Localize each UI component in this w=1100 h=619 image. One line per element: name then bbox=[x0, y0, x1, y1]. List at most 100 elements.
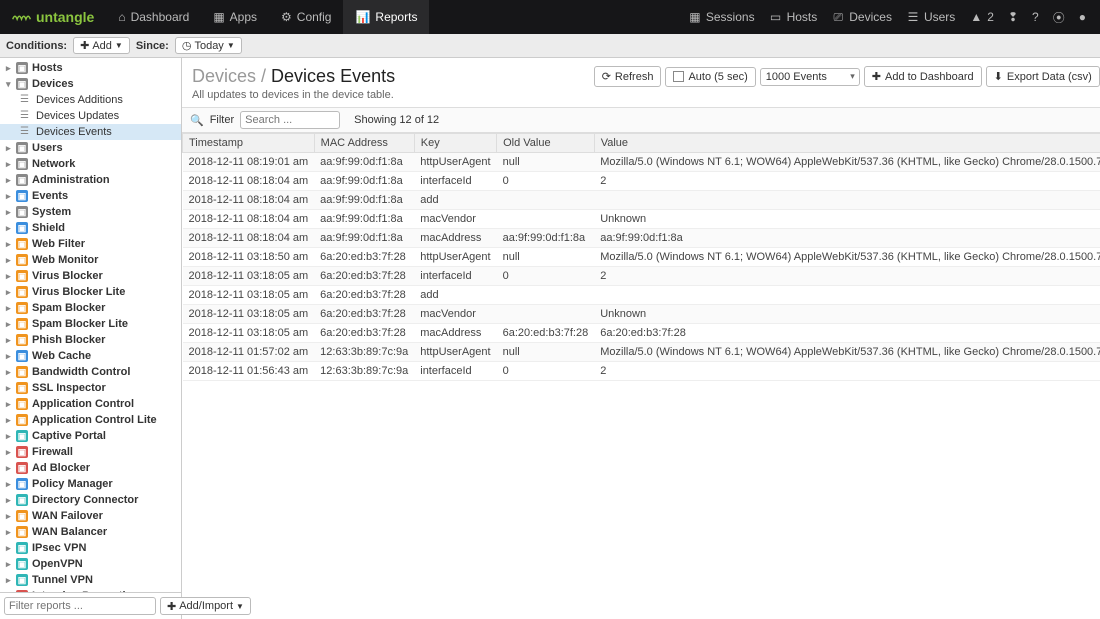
crumb-current: Devices Events bbox=[271, 66, 395, 86]
nav-reports[interactable]: 📊Reports bbox=[343, 0, 429, 34]
nav-dashboard[interactable]: ⌂Dashboard bbox=[106, 0, 201, 34]
export-button[interactable]: ⬇Export Data (csv) bbox=[986, 66, 1100, 87]
refresh-button[interactable]: ⟳Refresh bbox=[594, 66, 662, 87]
tree-item[interactable]: ▸▣Firewall bbox=[0, 444, 181, 460]
tree-item[interactable]: ▸▣Captive Portal bbox=[0, 428, 181, 444]
help-icon[interactable]: ? bbox=[1032, 10, 1039, 24]
expand-icon: ▸ bbox=[6, 189, 14, 203]
cell bbox=[497, 286, 595, 305]
tree-item[interactable]: ▸▣Policy Manager bbox=[0, 476, 181, 492]
tree-item[interactable]: ▸▣Network bbox=[0, 156, 181, 172]
tree-item[interactable]: ▸▣Application Control bbox=[0, 396, 181, 412]
column-header[interactable]: Timestamp bbox=[183, 134, 315, 153]
tree-item[interactable]: ▸▣Events bbox=[0, 188, 181, 204]
table-row[interactable]: 2018-12-11 03:18:05 am6a:20:ed:b3:7f:28m… bbox=[183, 305, 1100, 324]
tree-item[interactable]: ▸▣Phish Blocker bbox=[0, 332, 181, 348]
tree-label: Application Control Lite bbox=[32, 413, 157, 427]
report-tree: ▸▣Hosts▾▣Devices☰Devices Additions☰Devic… bbox=[0, 58, 181, 592]
cell: 2018-12-11 01:57:02 am bbox=[183, 343, 315, 362]
tree-item[interactable]: ▸▣Hosts bbox=[0, 60, 181, 76]
cell: 2018-12-11 03:18:05 am bbox=[183, 267, 315, 286]
table-row[interactable]: 2018-12-11 08:18:04 amaa:9f:99:0d:f1:8aa… bbox=[183, 191, 1100, 210]
tree-item[interactable]: ☰Devices Updates bbox=[0, 108, 181, 124]
add-to-dashboard-button[interactable]: ✚Add to Dashboard bbox=[864, 66, 982, 87]
tree-label: Hosts bbox=[32, 61, 63, 75]
events-grid[interactable]: TimestampMAC AddressKeyOld ValueValue 20… bbox=[182, 133, 1100, 619]
tree-item[interactable]: ▸▣Virus Blocker bbox=[0, 268, 181, 284]
tree-item[interactable]: ☰Devices Additions bbox=[0, 92, 181, 108]
table-row[interactable]: 2018-12-11 08:19:01 amaa:9f:99:0d:f1:8ah… bbox=[183, 153, 1100, 172]
devices-link[interactable]: ⎚Devices bbox=[831, 10, 892, 24]
tree-item[interactable]: ▸▣Application Control Lite bbox=[0, 412, 181, 428]
auto-refresh-toggle[interactable]: Auto (5 sec) bbox=[665, 67, 755, 87]
bulb-icon[interactable]: ❢ bbox=[1008, 10, 1018, 24]
column-header[interactable]: Value bbox=[594, 134, 1100, 153]
category-icon: ▣ bbox=[16, 510, 28, 522]
user-icon[interactable]: ● bbox=[1079, 10, 1086, 24]
tree-label: Directory Connector bbox=[32, 493, 138, 507]
column-header[interactable]: Old Value bbox=[497, 134, 595, 153]
tree-item[interactable]: ▸▣WAN Balancer bbox=[0, 524, 181, 540]
export-label: Export Data (csv) bbox=[1007, 71, 1092, 83]
tree-item[interactable]: ▸▣Administration bbox=[0, 172, 181, 188]
tree-item[interactable]: ▸▣Spam Blocker bbox=[0, 300, 181, 316]
tree-item[interactable]: ▸▣Spam Blocker Lite bbox=[0, 316, 181, 332]
tree-item[interactable]: ▸▣Web Monitor bbox=[0, 252, 181, 268]
add-condition-button[interactable]: ✚Add▼ bbox=[73, 37, 130, 54]
tree-label: Spam Blocker Lite bbox=[32, 317, 128, 331]
hosts-icon: ▭ bbox=[769, 10, 783, 24]
tree-item[interactable]: ▸▣Web Cache bbox=[0, 348, 181, 364]
cell: aa:9f:99:0d:f1:8a bbox=[314, 153, 414, 172]
cell: interfaceId bbox=[414, 172, 496, 191]
cell: Mozilla/5.0 (Windows NT 6.1; WOW64) Appl… bbox=[594, 248, 1100, 267]
tree-item[interactable]: ☰Devices Events bbox=[0, 124, 181, 140]
hosts-link[interactable]: ▭Hosts bbox=[769, 10, 818, 24]
table-row[interactable]: 2018-12-11 03:18:05 am6a:20:ed:b3:7f:28m… bbox=[183, 324, 1100, 343]
globe-icon[interactable]: ⦿ bbox=[1053, 9, 1065, 26]
list-icon: ☰ bbox=[20, 93, 32, 107]
column-header[interactable]: Key bbox=[414, 134, 496, 153]
tree-item[interactable]: ▸▣Directory Connector bbox=[0, 492, 181, 508]
users-link[interactable]: ☰Users bbox=[906, 10, 955, 24]
category-icon: ▣ bbox=[16, 206, 28, 218]
since-select[interactable]: ◷Today▼ bbox=[175, 37, 242, 54]
tree-label: Bandwidth Control bbox=[32, 365, 130, 379]
tree-item[interactable]: ▸▣System bbox=[0, 204, 181, 220]
column-header[interactable]: MAC Address bbox=[314, 134, 414, 153]
tree-item[interactable]: ▸▣Users bbox=[0, 140, 181, 156]
crumb-parent[interactable]: Devices bbox=[192, 66, 256, 86]
caret-down-icon: ▼ bbox=[115, 41, 123, 50]
tree-item[interactable]: ▸▣Ad Blocker bbox=[0, 460, 181, 476]
tree-item[interactable]: ▸▣Bandwidth Control bbox=[0, 364, 181, 380]
table-row[interactable]: 2018-12-11 08:18:04 amaa:9f:99:0d:f1:8ai… bbox=[183, 172, 1100, 191]
tree-item[interactable]: ▸▣IPsec VPN bbox=[0, 540, 181, 556]
cell: aa:9f:99:0d:f1:8a bbox=[594, 229, 1100, 248]
tree-item[interactable]: ▸▣OpenVPN bbox=[0, 556, 181, 572]
tree-item[interactable]: ▸▣Web Filter bbox=[0, 236, 181, 252]
cell: add bbox=[414, 286, 496, 305]
table-row[interactable]: 2018-12-11 08:18:04 amaa:9f:99:0d:f1:8am… bbox=[183, 210, 1100, 229]
tree-item[interactable]: ▸▣Virus Blocker Lite bbox=[0, 284, 181, 300]
nav-apps[interactable]: ▦Apps bbox=[201, 0, 269, 34]
events-count-select[interactable]: 1000 Events bbox=[760, 68, 860, 86]
filter-search-input[interactable] bbox=[240, 111, 340, 129]
table-row[interactable]: 2018-12-11 03:18:05 am6a:20:ed:b3:7f:28i… bbox=[183, 267, 1100, 286]
filter-reports-input[interactable] bbox=[4, 597, 156, 615]
nav-config[interactable]: ⚙Config bbox=[269, 0, 343, 34]
cell: null bbox=[497, 153, 595, 172]
sessions-link[interactable]: ▦Sessions bbox=[688, 10, 755, 24]
sessions-icon: ▦ bbox=[688, 10, 702, 24]
table-row[interactable]: 2018-12-11 01:56:43 am12:63:3b:89:7c:9ai… bbox=[183, 362, 1100, 381]
warning-badge[interactable]: ▲2 bbox=[969, 10, 994, 24]
table-row[interactable]: 2018-12-11 08:18:04 amaa:9f:99:0d:f1:8am… bbox=[183, 229, 1100, 248]
cell: aa:9f:99:0d:f1:8a bbox=[314, 210, 414, 229]
tree-item[interactable]: ▸▣SSL Inspector bbox=[0, 380, 181, 396]
table-row[interactable]: 2018-12-11 01:57:02 am12:63:3b:89:7c:9ah… bbox=[183, 343, 1100, 362]
table-row[interactable]: 2018-12-11 03:18:50 am6a:20:ed:b3:7f:28h… bbox=[183, 248, 1100, 267]
tree-item[interactable]: ▾▣Devices bbox=[0, 76, 181, 92]
tree-item[interactable]: ▸▣Tunnel VPN bbox=[0, 572, 181, 588]
tree-item[interactable]: ▸▣Shield bbox=[0, 220, 181, 236]
table-row[interactable]: 2018-12-11 03:18:05 am6a:20:ed:b3:7f:28a… bbox=[183, 286, 1100, 305]
tree-item[interactable]: ▸▣WAN Failover bbox=[0, 508, 181, 524]
category-icon: ▣ bbox=[16, 334, 28, 346]
